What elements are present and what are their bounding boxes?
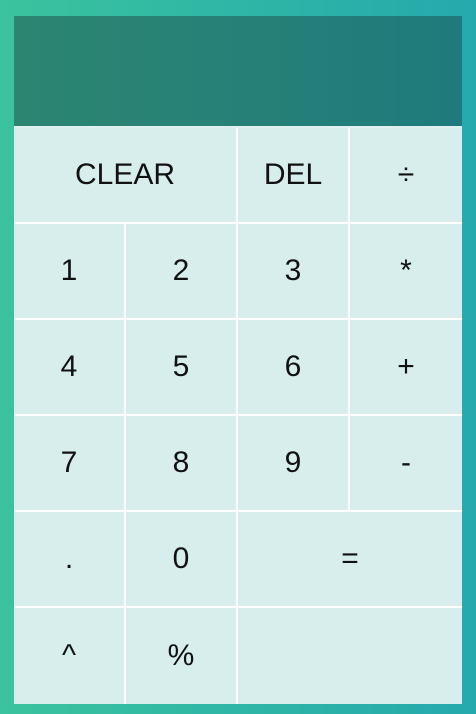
digit-1-button[interactable]: 1 — [14, 224, 126, 320]
divide-button[interactable]: ÷ — [350, 128, 462, 224]
delete-button[interactable]: DEL — [238, 128, 350, 224]
clear-button[interactable]: CLEAR — [14, 128, 238, 224]
digit-2-button[interactable]: 2 — [126, 224, 238, 320]
digit-3-button[interactable]: 3 — [238, 224, 350, 320]
subtract-button[interactable]: - — [350, 416, 462, 512]
digit-0-button[interactable]: 0 — [126, 512, 238, 608]
digit-6-button[interactable]: 6 — [238, 320, 350, 416]
decimal-button[interactable]: . — [14, 512, 126, 608]
calculator-display — [14, 16, 462, 128]
calculator: CLEAR DEL ÷ 1 2 3 * 4 5 6 + 7 8 9 - . 0 … — [14, 16, 462, 704]
empty-cell — [238, 608, 462, 704]
equals-button[interactable]: = — [238, 512, 462, 608]
digit-7-button[interactable]: 7 — [14, 416, 126, 512]
digit-8-button[interactable]: 8 — [126, 416, 238, 512]
digit-9-button[interactable]: 9 — [238, 416, 350, 512]
power-button[interactable]: ^ — [14, 608, 126, 704]
percent-button[interactable]: % — [126, 608, 238, 704]
multiply-button[interactable]: * — [350, 224, 462, 320]
digit-4-button[interactable]: 4 — [14, 320, 126, 416]
digit-5-button[interactable]: 5 — [126, 320, 238, 416]
add-button[interactable]: + — [350, 320, 462, 416]
